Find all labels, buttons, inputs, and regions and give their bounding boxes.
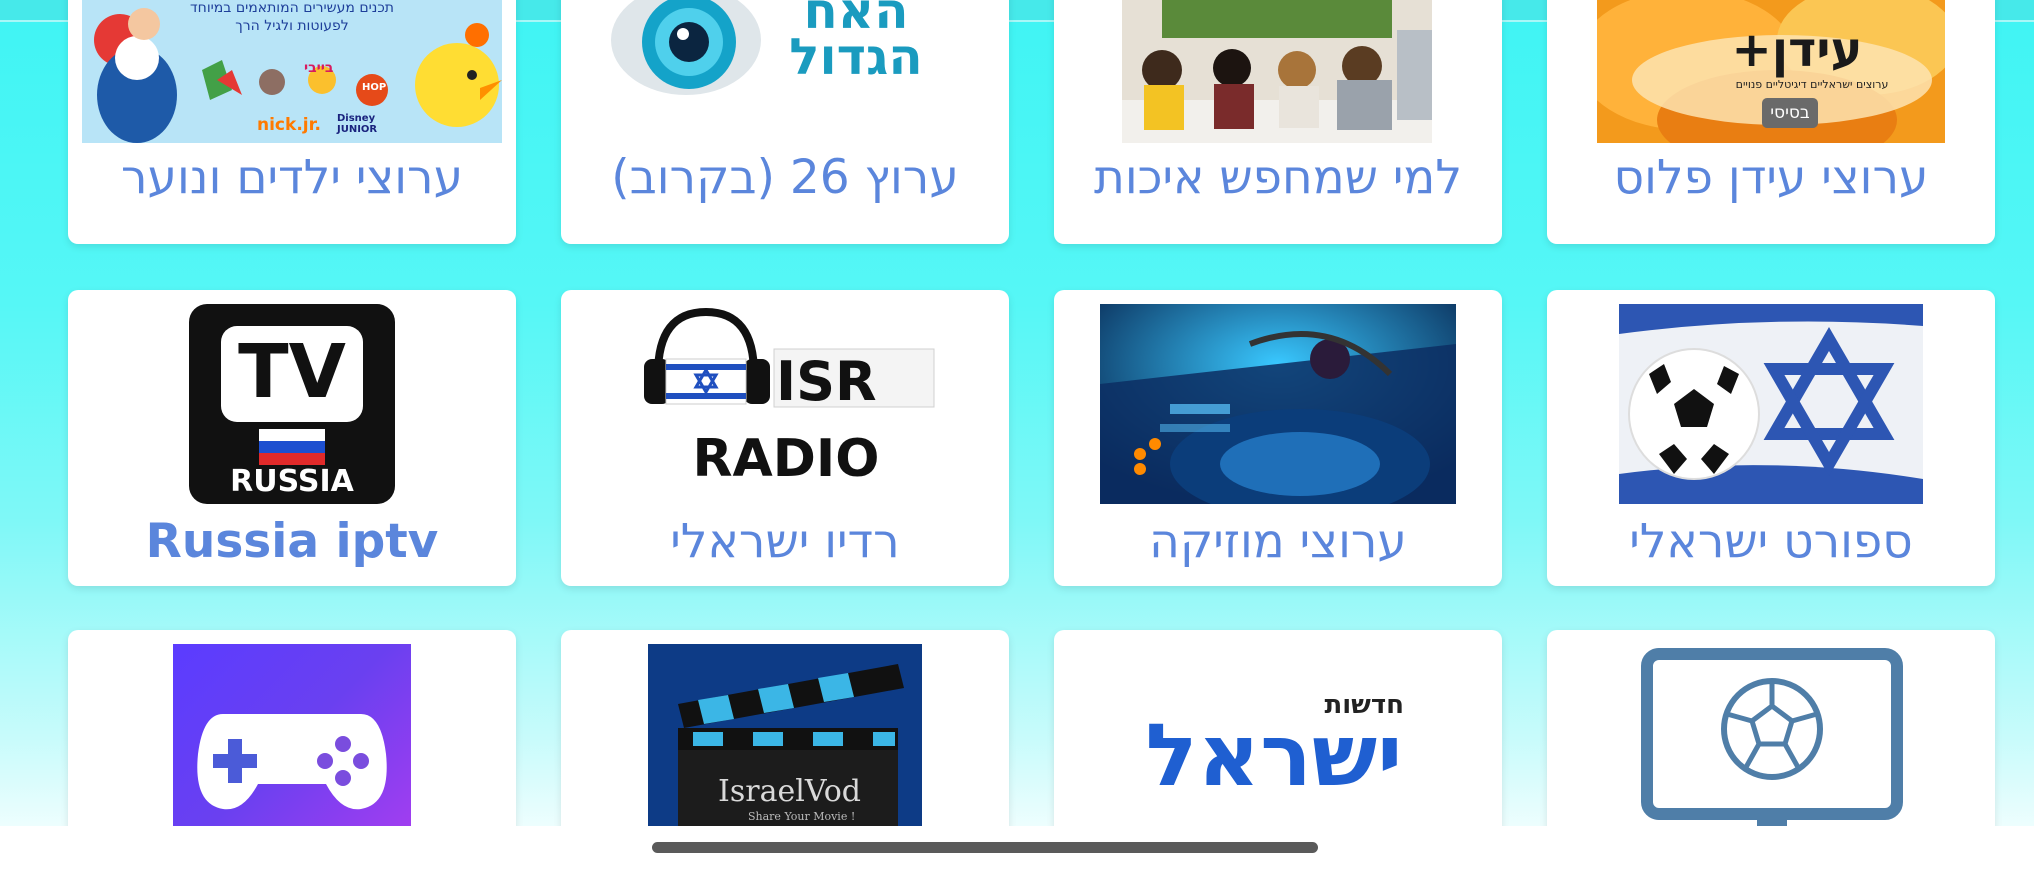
idan-plus-thumbnail: עידן+ ערוצים ישראליים דיגיטליים פנויים ב… — [1597, 0, 1945, 143]
tv-russia-bottom-text: RUSSIA — [230, 464, 354, 499]
news-big-text: ישראל — [1145, 706, 1403, 806]
kids-logo-babytv: בייבי — [304, 60, 334, 76]
category-card-israeli-radio[interactable]: ISR RADIO רדיו ישראלי — [561, 290, 1009, 586]
category-card-quality[interactable]: למי שמחפש איכות — [1054, 0, 1502, 244]
dj-turntable-image — [1100, 304, 1456, 504]
tv-russia-thumbnail: TV RUSSIA — [189, 304, 395, 504]
idan-plus-badge: בסיסי — [1762, 98, 1818, 128]
big-brother-title-2: הגדול — [789, 28, 923, 86]
israelvod-thumbnail: IsraelVod Share Your Movie ! — [648, 644, 922, 826]
kids-channels-thumbnail: תכנים מעשירים המותאמים במיוחד לפעוטות ול… — [82, 0, 502, 143]
category-card-israeli-sport[interactable]: ספורט ישראלי — [1547, 290, 1995, 586]
flag-and-ball-image — [1619, 304, 1923, 504]
kids-promo-line-2: לפעוטות ולגיל הרך — [235, 18, 349, 34]
category-label: ספורט ישראלי — [1629, 514, 1913, 569]
category-card-music[interactable]: ערוצי מוזיקה — [1054, 290, 1502, 586]
family-watching-tv-thumbnail — [1122, 0, 1432, 143]
category-card-israelvod[interactable]: IsraelVod Share Your Movie ! — [561, 630, 1009, 826]
category-card-games[interactable] — [68, 630, 516, 826]
israelvod-title: IsraelVod — [718, 774, 861, 809]
kids-logo-disney-junior: Disney JUNIOR — [337, 113, 378, 135]
category-label: ערוצי ילדים ונוער — [121, 150, 463, 205]
category-label: למי שמחפש איכות — [1093, 150, 1463, 205]
category-card-sport-tv[interactable] — [1547, 630, 1995, 826]
kids-logo-nickjr: nick.jr. — [257, 115, 322, 135]
israelvod-subtitle: Share Your Movie ! — [748, 810, 856, 823]
radio-text: RADIO — [692, 429, 880, 489]
kids-promo-line-1: תכנים מעשירים המותאמים במיוחד — [190, 0, 394, 16]
category-label: ערוץ 26 (בקרוב) — [611, 150, 959, 205]
idan-plus-subtitle: ערוצים ישראליים דיגיטליים פנויים — [1735, 78, 1889, 91]
category-grid: תכנים מעשירים המותאמים במיוחד לפעוטות ול… — [0, 0, 2034, 826]
sport-tv-thumbnail — [1637, 644, 1907, 826]
category-card-russia-iptv[interactable]: TV RUSSIA Russia iptv — [68, 290, 516, 586]
tv-soccer-ball-icon — [1641, 648, 1903, 826]
israel-news-thumbnail: חדשות ישראל — [1144, 690, 1414, 810]
tv-russia-top-text: TV — [238, 329, 346, 415]
game-controller-icon — [197, 714, 387, 810]
category-card-channel-26[interactable]: האח הגדול ערוץ 26 (בקרוב) — [561, 0, 1009, 244]
russian-flag-icon — [259, 429, 325, 465]
category-card-kids[interactable]: תכנים מעשירים המותאמים במיוחד לפעוטות ול… — [68, 0, 516, 244]
category-card-israel-news[interactable]: חדשות ישראל — [1054, 630, 1502, 826]
big-brother-thumbnail: האח הגדול — [611, 0, 959, 100]
category-label: Russia iptv — [145, 514, 439, 569]
idan-plus-title: עידן+ — [1731, 22, 1863, 78]
home-indicator-bar[interactable] — [652, 842, 1318, 853]
isr-text: ISR — [776, 350, 877, 413]
category-label: ערוצי עידן פלוס — [1613, 150, 1929, 205]
games-thumbnail — [173, 644, 411, 826]
israeli-sport-thumbnail — [1619, 304, 1923, 504]
category-label: ערוצי מוזיקה — [1149, 514, 1407, 569]
dj-mixer-thumbnail — [1100, 304, 1456, 504]
isr-radio-thumbnail: ISR RADIO — [626, 304, 944, 504]
category-label: רדיו ישראלי — [670, 514, 900, 569]
category-card-idan-plus[interactable]: עידן+ ערוצים ישראליים דיגיטליים פנויים ב… — [1547, 0, 1995, 244]
kids-logo-hop: HOP — [362, 82, 387, 93]
family-tv-image — [1122, 0, 1432, 143]
